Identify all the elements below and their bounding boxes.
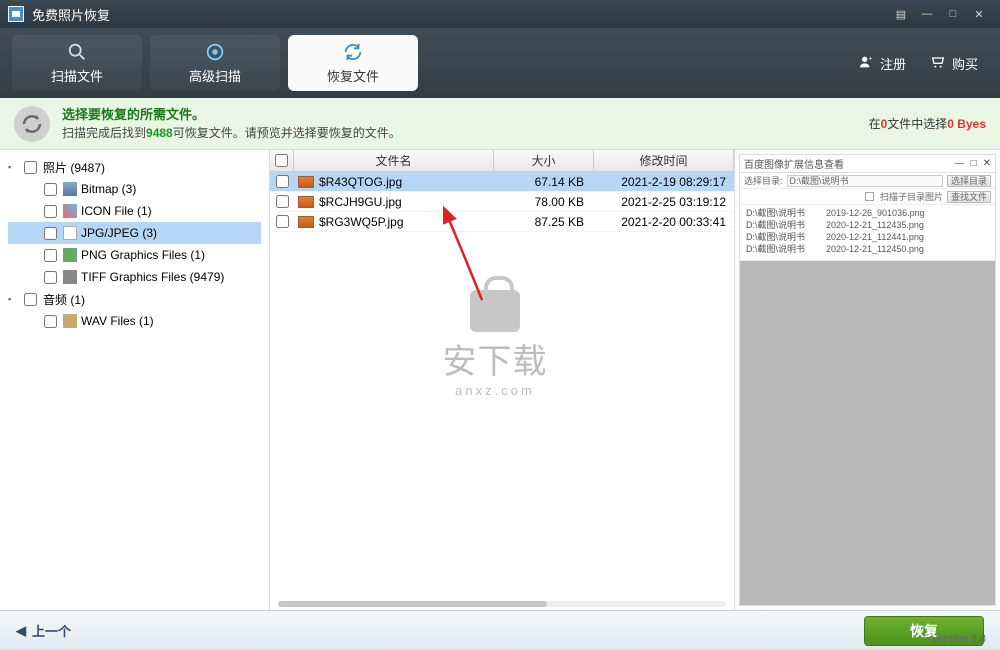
category-tree: ▪照片 (9487) Bitmap (3) ICON File (1) JPG/… bbox=[0, 150, 270, 610]
preview-dir-label: 选择目录: bbox=[744, 174, 783, 187]
tree-icon-file[interactable]: ICON File (1) bbox=[8, 200, 261, 222]
gear-icon bbox=[204, 41, 226, 63]
tree-png-checkbox[interactable] bbox=[44, 249, 57, 262]
file-date: 2021-2-20 00:33:41 bbox=[594, 215, 734, 229]
file-name: $R43QTOG.jpg bbox=[319, 175, 402, 189]
info-title: 选择要恢复的所需文件。 bbox=[62, 105, 401, 125]
register-label: 注册 bbox=[880, 54, 906, 73]
tree-audio[interactable]: ▪音频 (1) bbox=[8, 288, 261, 310]
preview-select-dir-button[interactable]: 选择目录 bbox=[947, 175, 991, 187]
preview-close-icon[interactable]: ✕ bbox=[983, 158, 991, 169]
thumbnail-icon bbox=[298, 176, 314, 188]
options-icon[interactable]: ▤ bbox=[888, 4, 914, 24]
tiff-icon bbox=[63, 270, 77, 284]
info-subtitle: 扫描完成后找到9488可恢复文件。请预览并选择要恢复的文件。 bbox=[62, 124, 401, 142]
iconfile-icon bbox=[63, 204, 77, 218]
refresh-icon bbox=[342, 41, 364, 63]
file-size: 78.00 KB bbox=[494, 195, 594, 209]
png-icon bbox=[63, 248, 77, 262]
preview-max-icon[interactable]: □ bbox=[971, 158, 977, 169]
wav-icon bbox=[63, 314, 77, 328]
back-button[interactable]: ◀ 上一个 bbox=[16, 621, 71, 640]
minimize-icon[interactable]: — bbox=[914, 4, 940, 24]
arrow-left-icon: ◀ bbox=[16, 623, 26, 639]
file-date: 2021-2-19 08:29:17 bbox=[594, 175, 734, 189]
buy-button[interactable]: 购买 bbox=[930, 54, 978, 73]
tab-advanced-scan[interactable]: 高级扫描 bbox=[150, 35, 280, 91]
back-label: 上一个 bbox=[32, 621, 71, 640]
selection-status: 在0文件中选择0 Byes bbox=[869, 115, 986, 132]
file-checkbox[interactable] bbox=[276, 215, 289, 228]
version-label: Version 8.8 bbox=[931, 628, 986, 650]
svg-text:+: + bbox=[869, 55, 873, 62]
tree-tiff[interactable]: TIFF Graphics Files (9479) bbox=[8, 266, 261, 288]
thumbnail-icon bbox=[298, 196, 314, 208]
select-all-checkbox[interactable] bbox=[275, 154, 288, 167]
tree-audio-checkbox[interactable] bbox=[24, 293, 37, 306]
tab-recover-files[interactable]: 恢复文件 bbox=[288, 35, 418, 91]
file-name: $RCJH9GU.jpg bbox=[319, 195, 402, 209]
preview-min-icon[interactable]: — bbox=[955, 158, 965, 169]
preview-pane: 百度图像扩展信息查看 — □ ✕ 选择目录: D:\截图\说明书 选择目录 扫描子目录… bbox=[735, 150, 1000, 610]
tab-advanced-label: 高级扫描 bbox=[189, 66, 241, 85]
bitmap-icon bbox=[63, 182, 77, 196]
app-icon bbox=[8, 6, 24, 22]
tree-photos-checkbox[interactable] bbox=[24, 161, 37, 174]
preview-scan-sub-label: 扫描子目录图片 bbox=[880, 190, 943, 203]
register-button[interactable]: + 注册 bbox=[858, 54, 906, 73]
col-header-date[interactable]: 修改时间 bbox=[594, 150, 734, 171]
tree-bitmap-checkbox[interactable] bbox=[44, 183, 57, 196]
tab-scan-label: 扫描文件 bbox=[51, 66, 103, 85]
info-icon bbox=[14, 106, 50, 142]
cart-icon bbox=[930, 54, 946, 73]
user-icon: + bbox=[858, 54, 874, 73]
magnifier-icon bbox=[66, 41, 88, 63]
tree-wav[interactable]: WAV Files (1) bbox=[8, 310, 261, 332]
file-date: 2021-2-25 03:19:12 bbox=[594, 195, 734, 209]
file-size: 67.14 KB bbox=[494, 175, 594, 189]
file-size: 87.25 KB bbox=[494, 215, 594, 229]
preview-scan-sub-checkbox[interactable] bbox=[865, 192, 874, 201]
preview-file-list: D:\截图\说明书2019-12-26_901036.png D:\截图\说明书… bbox=[740, 205, 995, 261]
preview-window-title: 百度图像扩展信息查看 bbox=[744, 156, 844, 171]
jpeg-icon bbox=[63, 226, 77, 240]
file-row[interactable]: $RG3WQ5P.jpg 87.25 KB 2021-2-20 00:33:41 bbox=[270, 212, 734, 232]
tree-jpeg-checkbox[interactable] bbox=[44, 227, 57, 240]
file-checkbox[interactable] bbox=[276, 195, 289, 208]
tree-png[interactable]: PNG Graphics Files (1) bbox=[8, 244, 261, 266]
file-checkbox[interactable] bbox=[276, 175, 289, 188]
tab-recover-label: 恢复文件 bbox=[327, 66, 379, 85]
tree-wav-checkbox[interactable] bbox=[44, 315, 57, 328]
col-header-name[interactable]: 文件名 bbox=[294, 150, 494, 171]
close-icon[interactable]: ✕ bbox=[966, 4, 992, 24]
file-name: $RG3WQ5P.jpg bbox=[319, 215, 404, 229]
col-header-size[interactable]: 大小 bbox=[494, 150, 594, 171]
thumbnail-icon bbox=[298, 216, 314, 228]
file-row[interactable]: $R43QTOG.jpg 67.14 KB 2021-2-19 08:29:17 bbox=[270, 172, 734, 192]
buy-label: 购买 bbox=[952, 54, 978, 73]
app-title: 免费照片恢复 bbox=[32, 5, 110, 24]
tree-tiff-checkbox[interactable] bbox=[44, 271, 57, 284]
maximize-icon[interactable]: □ bbox=[940, 4, 966, 24]
preview-image-area bbox=[740, 261, 995, 605]
tree-icon-checkbox[interactable] bbox=[44, 205, 57, 218]
tab-scan-files[interactable]: 扫描文件 bbox=[12, 35, 142, 91]
preview-read-button[interactable]: 查找文件 bbox=[947, 191, 991, 203]
file-row[interactable]: $RCJH9GU.jpg 78.00 KB 2021-2-25 03:19:12 bbox=[270, 192, 734, 212]
horizontal-scrollbar[interactable] bbox=[278, 601, 726, 607]
tree-jpeg[interactable]: JPG/JPEG (3) bbox=[8, 222, 261, 244]
file-list-pane: 文件名 大小 修改时间 $R43QTOG.jpg 67.14 KB 2021-2… bbox=[270, 150, 735, 610]
preview-path-input[interactable]: D:\截图\说明书 bbox=[787, 175, 943, 187]
tree-bitmap[interactable]: Bitmap (3) bbox=[8, 178, 261, 200]
tree-photos[interactable]: ▪照片 (9487) bbox=[8, 156, 261, 178]
